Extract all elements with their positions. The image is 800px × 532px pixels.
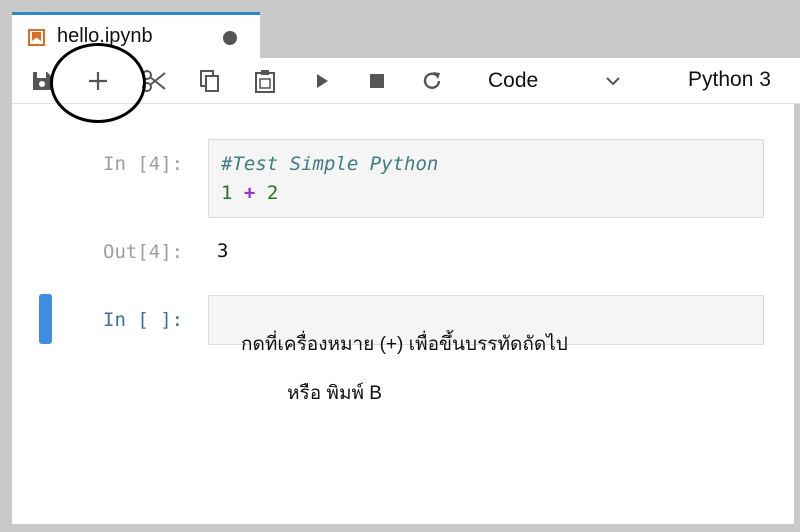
code-number: 1: [221, 182, 233, 204]
paste-button[interactable]: [249, 66, 281, 96]
stop-icon: [370, 74, 384, 88]
annotation-circle: [50, 43, 146, 123]
code-expression: 1 + 2: [221, 182, 278, 204]
cell-output: 3: [217, 240, 229, 262]
active-cell-indicator[interactable]: [39, 294, 52, 344]
unsaved-dot-icon[interactable]: [223, 31, 237, 45]
tab-bar: hello.ipynb: [12, 12, 800, 58]
copy-button[interactable]: [194, 66, 226, 96]
notebook-panel: In [4]: #Test Simple Python 1 + 2 Out[4]…: [12, 104, 794, 524]
run-button[interactable]: [306, 66, 338, 96]
kernel-name[interactable]: Python 3: [688, 68, 771, 92]
cell-type-value: Code: [488, 69, 539, 92]
restart-icon: [423, 72, 441, 89]
notebook-icon: [28, 29, 45, 46]
annotation-text: กดที่เครื่องหมาย (+) เพื่อขึ้นบรรทัดถัดไ…: [241, 334, 568, 355]
code-cell[interactable]: #Test Simple Python 1 + 2: [208, 139, 764, 218]
input-prompt: In [4]:: [103, 153, 184, 175]
annotation-text: หรือ พิมพ์ B: [287, 383, 382, 404]
code-number: 2: [266, 182, 279, 204]
code-operator: +: [243, 182, 256, 204]
input-prompt: In [ ]:: [103, 309, 184, 331]
restart-button[interactable]: [416, 66, 448, 96]
run-icon: [317, 74, 328, 88]
paste-icon: [255, 70, 275, 93]
copy-icon: [200, 70, 219, 92]
code-comment: #Test Simple Python: [221, 153, 439, 175]
output-prompt: Out[4]:: [103, 241, 184, 263]
notebook-tab[interactable]: hello.ipynb: [12, 12, 260, 58]
chevron-down-icon: [598, 66, 628, 96]
stop-button[interactable]: [361, 66, 393, 96]
cell-type-select[interactable]: Code: [478, 66, 628, 96]
